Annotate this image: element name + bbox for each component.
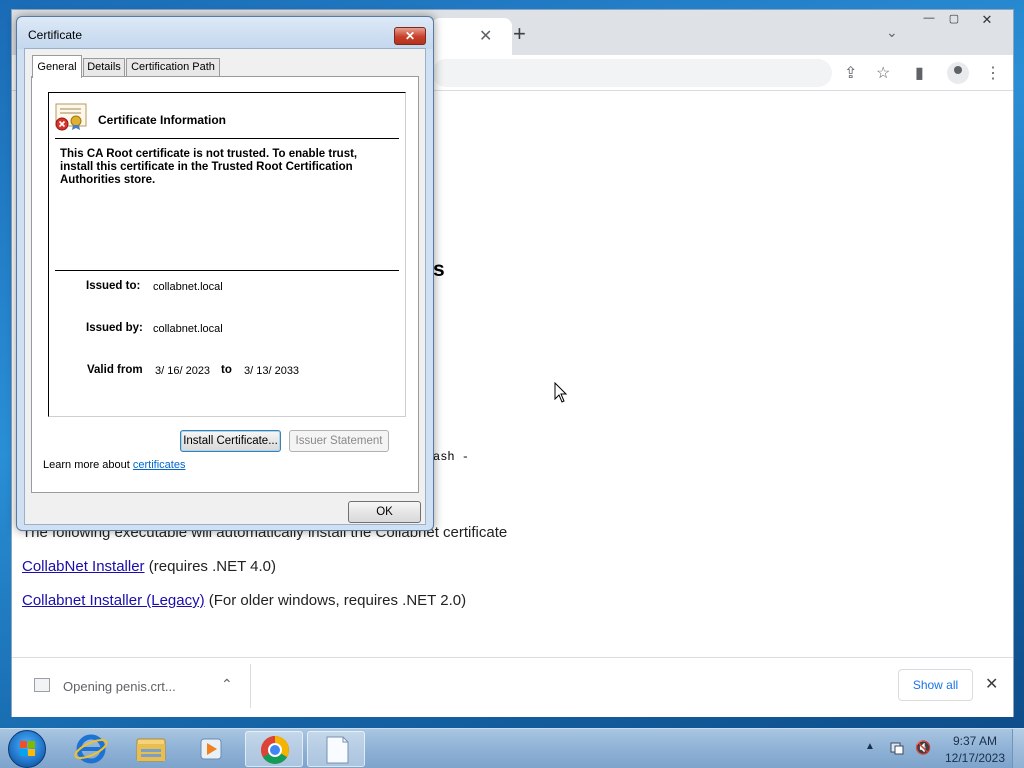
divider [250,664,251,708]
valid-from-label: Valid from [87,364,143,376]
issued-to-label: Issued to: [86,280,141,292]
profile-avatar-icon[interactable] [947,62,969,84]
taskbar-document[interactable] [307,731,365,767]
legacy-installer-requirement: (For older windows, requires .NET 2.0) [204,592,467,609]
window-close-button[interactable]: ✕ [967,12,1007,28]
legacy-installer-link[interactable]: Collabnet Installer (Legacy) [22,592,205,609]
dialog-titlebar: Certificate ✕ [17,17,433,49]
side-panel-icon[interactable]: ▮ [915,63,924,83]
volume-muted-icon[interactable]: 🔇 [915,740,931,756]
address-bar[interactable] [432,59,832,87]
learn-more-prefix: Learn more about [43,459,133,471]
share-icon[interactable]: ⇪ [844,63,857,83]
valid-to-label: to [221,364,232,376]
certificate-info-panel: Certificate Information This CA Root cer… [48,92,406,417]
code-snippet-fragment: ash - [433,450,470,464]
window-minimize-button[interactable]: — [918,12,940,28]
tray-overflow-icon[interactable]: ▲ [865,741,875,752]
taskbar-file-explorer[interactable] [122,731,180,767]
chrome-menu-icon[interactable]: ⋮ [985,63,1001,83]
action-center-icon[interactable] [890,741,904,755]
install-certificate-button[interactable]: Install Certificate... [180,430,281,452]
windows-logo-icon [20,741,35,756]
document-icon [326,736,349,764]
download-item-text[interactable]: Opening penis.crt... [63,679,176,694]
download-bar: Opening penis.crt... ⌃ Show all ✕ [12,657,1013,717]
divider [55,270,399,271]
taskbar: ▲ 🔇 9:37 AM 12/17/2023 [0,728,1024,768]
tab-general[interactable]: General [32,55,82,78]
folder-icon [136,738,166,762]
trust-warning-message: This CA Root certificate is not trusted.… [60,148,358,186]
internet-explorer-icon [74,734,108,764]
chrome-icon [261,736,289,764]
file-icon [34,678,50,692]
learn-more-text: Learn more about certificates [43,459,185,471]
tab-search-icon[interactable]: ⌄ [886,24,898,41]
untrusted-certificate-icon [55,103,87,131]
taskbar-media-player[interactable] [182,731,240,767]
info-heading: Certificate Information [98,113,227,127]
start-button[interactable] [8,730,46,768]
installer-requirement: (requires .NET 4.0) [144,558,276,575]
dialog-close-button[interactable]: ✕ [394,27,426,45]
browser-tab[interactable] [432,18,512,55]
legacy-installer-line: Collabnet Installer (Legacy) (For older … [22,592,466,609]
new-tab-button[interactable]: + [513,21,526,47]
taskbar-chrome[interactable] [245,731,303,767]
window-restore-button[interactable]: ▢ [943,12,965,28]
clock-date[interactable]: 12/17/2023 [944,751,1006,765]
valid-from-value: 3/ 16/ 2023 [155,365,211,377]
page-heading-fragment: s [433,258,445,281]
collabnet-installer-link[interactable]: CollabNet Installer [22,558,145,575]
clock-time[interactable]: 9:37 AM [948,734,1002,748]
certificates-link[interactable]: certificates [133,459,186,471]
valid-to-value: 3/ 13/ 2033 [244,365,300,377]
taskbar-internet-explorer[interactable] [62,731,120,767]
divider [55,138,399,139]
tab-certification-path[interactable]: Certification Path [126,58,220,77]
tab-close-icon[interactable]: ✕ [479,26,492,46]
dialog-title: Certificate [28,28,83,42]
mouse-cursor-icon [554,381,568,410]
media-player-icon [200,738,222,760]
show-all-button[interactable]: Show all [898,669,973,701]
issued-by-value: collabnet.local [153,323,223,335]
issuer-statement-button: Issuer Statement [289,430,389,452]
close-download-bar-icon[interactable]: ✕ [985,674,998,694]
certificate-dialog: Certificate ✕ General Details Certificat… [16,16,434,531]
ok-button[interactable]: OK [348,501,421,523]
tab-details[interactable]: Details [83,58,125,77]
dialog-body: General Details Certification Path Certi… [24,48,426,525]
chevron-up-icon[interactable]: ⌃ [221,676,233,693]
show-desktop-button[interactable] [1012,729,1024,768]
issued-to-value: collabnet.local [153,281,223,293]
issued-by-label: Issued by: [86,322,143,334]
bookmark-star-icon[interactable]: ☆ [876,63,890,83]
general-tab-page: Certificate Information This CA Root cer… [31,76,419,493]
installer-line: CollabNet Installer (requires .NET 4.0) [22,558,276,575]
